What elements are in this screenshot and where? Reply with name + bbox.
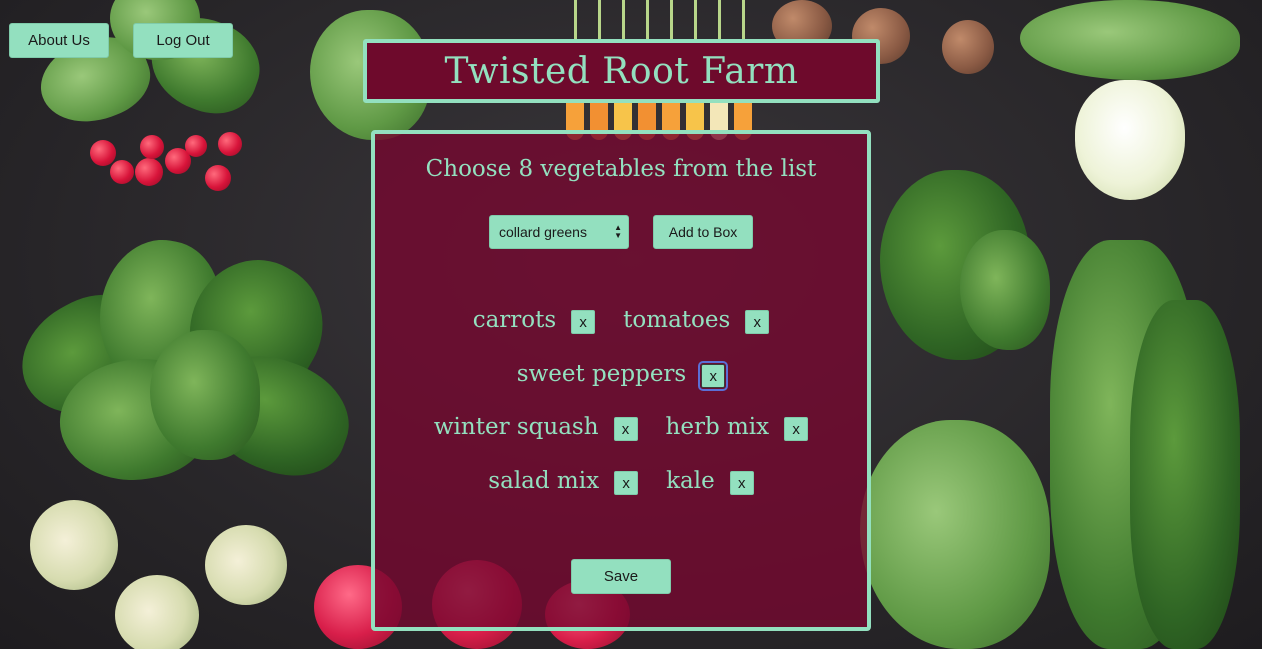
log-out-button[interactable]: Log Out	[133, 23, 233, 58]
about-us-button[interactable]: About Us	[9, 23, 109, 58]
remove-button[interactable]: x	[698, 361, 729, 391]
list-item: carrots x	[472, 306, 596, 334]
select-arrows-icon: ▲ ▼	[614, 223, 622, 240]
vegetable-label: salad mix	[488, 468, 600, 494]
vegetable-label: herb mix	[665, 414, 770, 440]
selected-row: sweet peppers x	[375, 360, 867, 391]
selected-row: winter squash x herb mix x	[375, 413, 867, 441]
remove-button[interactable]: x	[745, 310, 770, 334]
remove-button[interactable]: x	[784, 417, 809, 441]
vegetable-label: tomatoes	[623, 307, 731, 333]
save-button[interactable]: Save	[571, 559, 671, 594]
vegetable-select-value: collard greens	[499, 224, 587, 240]
title-banner: Twisted Root Farm	[363, 39, 880, 103]
vegetable-select[interactable]: collard greens ▲ ▼	[489, 215, 629, 249]
vegetable-label: winter squash	[433, 414, 599, 440]
add-to-box-button[interactable]: Add to Box	[653, 215, 753, 249]
list-item: sweet peppers x	[516, 360, 729, 391]
remove-button[interactable]: x	[614, 471, 639, 495]
vegetable-label: kale	[666, 468, 715, 494]
page-title: Twisted Root Farm	[444, 50, 799, 92]
choose-prompt: Choose 8 vegetables from the list	[425, 156, 817, 182]
list-item: kale x	[666, 467, 754, 495]
remove-button[interactable]: x	[571, 310, 596, 334]
remove-button[interactable]: x	[613, 417, 638, 441]
vegetable-label: sweet peppers	[516, 361, 687, 387]
list-item: herb mix x	[666, 413, 809, 441]
selected-row: salad mix x kale x	[375, 467, 867, 495]
vegetable-box-panel: Choose 8 vegetables from the list collar…	[371, 130, 871, 631]
list-item: salad mix x	[488, 467, 639, 495]
list-item: winter squash x	[434, 413, 638, 441]
remove-button[interactable]: x	[729, 471, 754, 495]
selected-row: carrots x tomatoes x	[375, 306, 867, 334]
list-item: tomatoes x	[623, 306, 770, 334]
vegetable-label: carrots	[472, 307, 557, 333]
